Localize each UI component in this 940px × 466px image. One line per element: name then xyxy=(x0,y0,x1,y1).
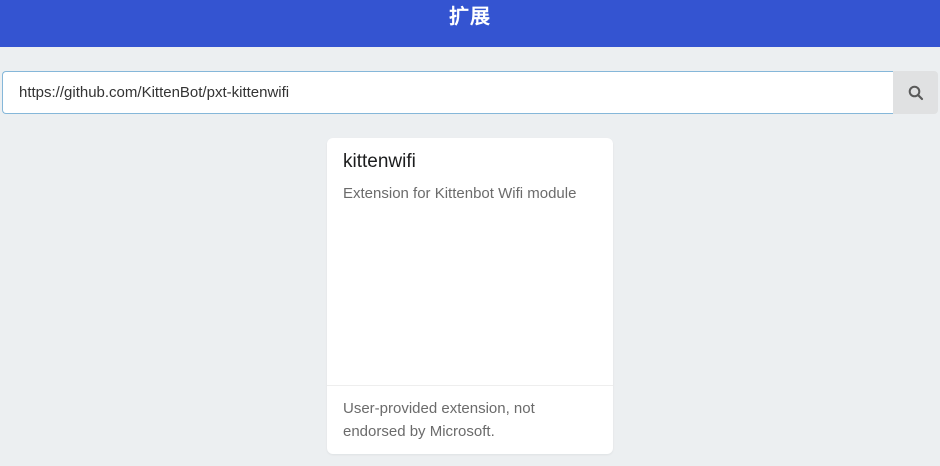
search-bar xyxy=(2,71,938,114)
header-bar: 扩展 xyxy=(0,0,940,47)
search-input[interactable] xyxy=(2,71,893,114)
card-divider xyxy=(327,385,613,386)
extension-disclaimer: User-provided extension, not endorsed by… xyxy=(343,400,535,440)
extension-description: Extension for Kittenbot Wifi module xyxy=(343,185,577,202)
search-icon xyxy=(908,85,923,100)
extension-title: kittenwifi xyxy=(343,151,416,172)
page-title: 扩展 xyxy=(449,4,491,28)
search-button[interactable] xyxy=(893,71,938,114)
extension-card[interactable]: kittenwifi Extension for Kittenbot Wifi … xyxy=(327,138,613,454)
